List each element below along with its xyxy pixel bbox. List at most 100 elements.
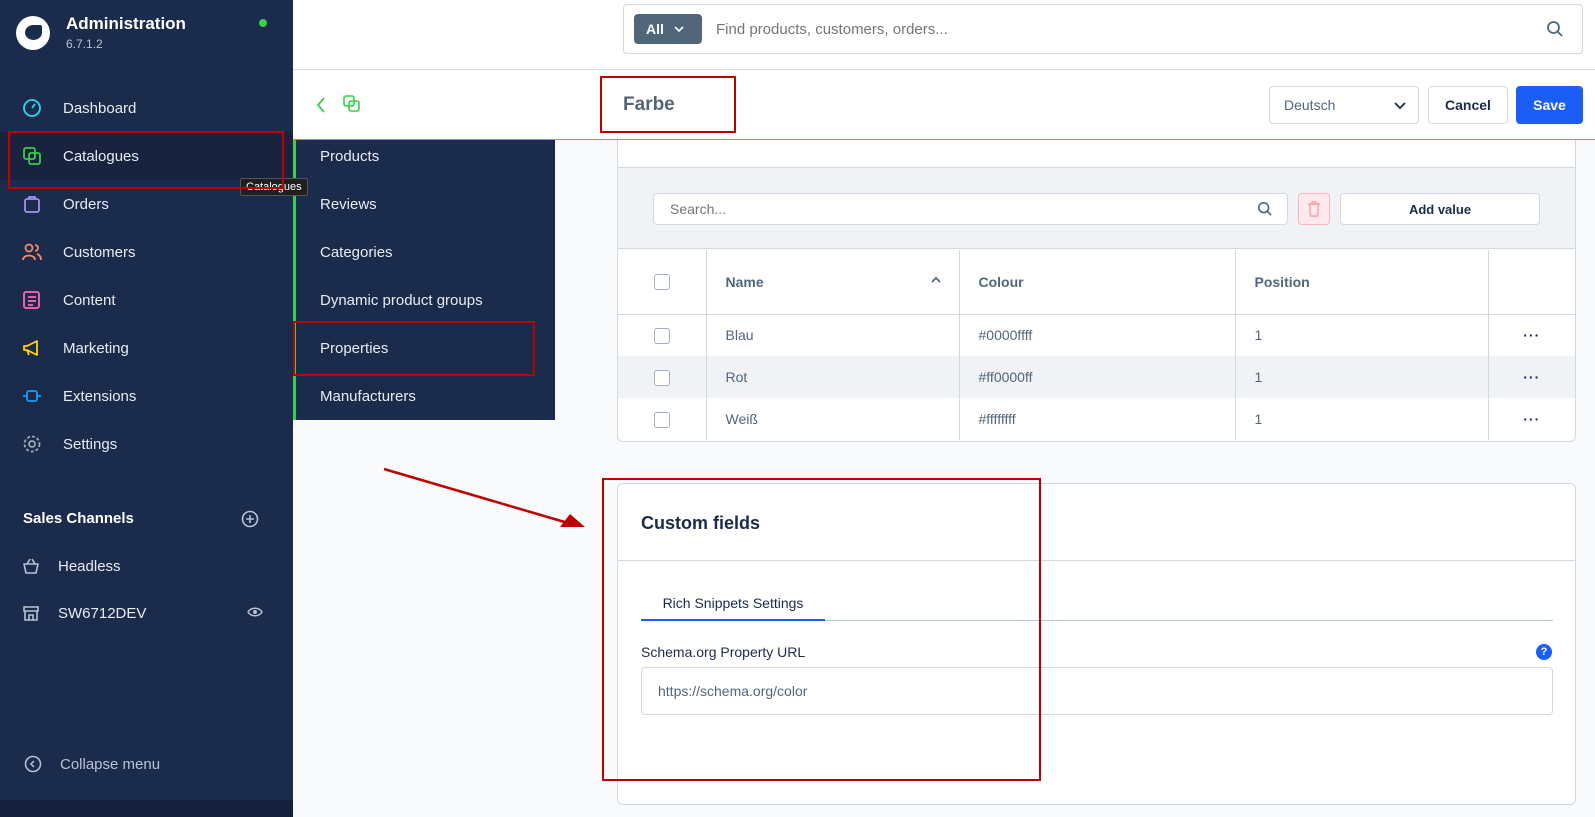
- column-header-colour[interactable]: Colour: [959, 250, 1236, 315]
- sidebar-item-marketing[interactable]: Marketing: [0, 324, 293, 372]
- cell-position: 1: [1235, 314, 1489, 356]
- flyout-item-properties[interactable]: Properties: [296, 324, 555, 372]
- row-checkbox[interactable]: [653, 369, 670, 386]
- sales-channel-label: SW6712DEV: [58, 604, 147, 622]
- sidebar-item-settings[interactable]: Settings: [0, 420, 293, 468]
- row-checkbox-cell: [618, 398, 707, 440]
- more-actions-icon[interactable]: ···: [1523, 411, 1540, 427]
- global-search: All: [623, 4, 1583, 54]
- gauge-icon: [22, 98, 42, 118]
- row-actions-cell: ···: [1488, 356, 1575, 398]
- page-title: Farbe: [623, 94, 675, 115]
- users-icon: [22, 242, 42, 262]
- table-row: Weiß #ffffffff 1 ···: [618, 398, 1575, 440]
- basket-icon: [23, 558, 39, 574]
- sidebar-item-label: Content: [63, 291, 116, 309]
- row-checkbox-cell: [618, 356, 707, 398]
- values-table: Name Colour Position Blau #0000ffff 1 ··…: [618, 250, 1575, 440]
- cancel-button[interactable]: Cancel: [1428, 86, 1508, 124]
- more-actions-icon[interactable]: ···: [1523, 369, 1540, 385]
- page-header: Farbe Deutsch Cancel Save: [293, 70, 1595, 140]
- cell-position: 1: [1235, 356, 1489, 398]
- cell-colour: #ff0000ff: [959, 356, 1236, 398]
- flyout-item-manufacturers[interactable]: Manufacturers: [296, 372, 555, 420]
- copy-icon: [22, 146, 42, 166]
- sidebar-item-catalogues[interactable]: Catalogues: [0, 132, 293, 180]
- top-bar: All: [293, 0, 1595, 70]
- cell-name[interactable]: Rot: [706, 356, 960, 398]
- row-checkbox[interactable]: [653, 327, 670, 344]
- flyout-item-reviews[interactable]: Reviews: [296, 180, 555, 228]
- sidebar-item-label: Customers: [63, 243, 136, 261]
- chevron-left-circle-icon: [24, 755, 42, 773]
- sidebar-item-label: Settings: [63, 435, 118, 453]
- values-search: [653, 193, 1288, 225]
- admin-sidebar: Administration 6.7.1.2 Dashboard Catalog…: [0, 0, 293, 817]
- search-input[interactable]: [716, 21, 1496, 38]
- column-header-position[interactable]: Position: [1235, 250, 1489, 315]
- column-label: Name: [725, 273, 764, 290]
- row-checkbox[interactable]: [653, 411, 670, 428]
- search-icon: [1257, 201, 1272, 216]
- schema-url-input[interactable]: [658, 683, 1518, 699]
- sidebar-item-dashboard[interactable]: Dashboard: [0, 84, 293, 132]
- sidebar-item-label: Dashboard: [63, 99, 137, 117]
- chevron-down-icon: [1394, 102, 1406, 110]
- gear-icon: [22, 434, 42, 454]
- trash-icon: [1308, 201, 1320, 217]
- shopware-logo-icon: [16, 15, 50, 50]
- sidebar-item-customers[interactable]: Customers: [0, 228, 293, 276]
- sidebar-item-content[interactable]: Content: [0, 276, 293, 324]
- column-header-actions: [1488, 250, 1575, 315]
- megaphone-icon: [22, 338, 42, 358]
- eye-icon[interactable]: [247, 606, 263, 618]
- delete-values-button[interactable]: [1298, 193, 1330, 225]
- plug-icon: [22, 386, 42, 406]
- table-row: Blau #0000ffff 1 ···: [618, 314, 1575, 356]
- sidebar-item-label: Catalogues: [63, 147, 139, 165]
- tab-rich-snippets-settings[interactable]: Rich Snippets Settings: [641, 587, 825, 621]
- custom-fields-title: Custom fields: [641, 513, 761, 533]
- save-button[interactable]: Save: [1516, 86, 1583, 124]
- property-values-card: Add value Name Colour Position Blau #000…: [617, 140, 1576, 442]
- collapse-menu-button[interactable]: Collapse menu: [24, 755, 160, 773]
- search-icon[interactable]: [1546, 20, 1564, 38]
- flyout-item-dynamic-product-groups[interactable]: Dynamic product groups: [296, 276, 555, 324]
- language-value: Deutsch: [1284, 97, 1336, 113]
- brand[interactable]: Administration 6.7.1.2: [16, 14, 186, 51]
- sales-channels-title: Sales Channels: [23, 510, 134, 527]
- custom-fields-card: Custom fields Rich Snippets Settings Sch…: [617, 483, 1576, 805]
- catalogues-tooltip: Catalogues: [240, 178, 308, 196]
- cell-name[interactable]: Blau: [706, 314, 960, 356]
- search-scope-button[interactable]: All: [634, 14, 702, 44]
- sales-channel-headless[interactable]: Headless: [22, 554, 121, 578]
- copy-icon: [343, 95, 360, 112]
- cell-colour: #0000ffff: [959, 314, 1236, 356]
- help-icon[interactable]: ?: [1536, 644, 1552, 660]
- cell-name[interactable]: Weiß: [706, 398, 960, 440]
- sales-channel-sw6712dev[interactable]: SW6712DEV: [22, 601, 146, 625]
- values-search-input[interactable]: [670, 201, 1230, 217]
- sidebar-item-label: Orders: [63, 195, 109, 213]
- chevron-left-icon[interactable]: [315, 96, 327, 114]
- more-actions-icon[interactable]: ···: [1523, 327, 1540, 343]
- main-navigation: Dashboard Catalogues Orders Customers Co…: [0, 84, 293, 468]
- values-toolbar: Add value: [618, 167, 1575, 249]
- row-actions-cell: ···: [1488, 398, 1575, 440]
- sidebar-item-label: Extensions: [63, 387, 137, 405]
- search-scope-label: All: [646, 21, 664, 37]
- select-all-checkbox-cell: [618, 250, 707, 315]
- sidebar-item-extensions[interactable]: Extensions: [0, 372, 293, 420]
- row-actions-cell: ···: [1488, 314, 1575, 356]
- cell-position: 1: [1235, 398, 1489, 440]
- schema-url-field: [641, 667, 1553, 715]
- annotation-arrow-icon: [383, 467, 585, 527]
- add-value-button[interactable]: Add value: [1340, 193, 1540, 225]
- sidebar-item-label: Marketing: [63, 339, 129, 357]
- select-all-checkbox[interactable]: [653, 274, 670, 291]
- column-header-name[interactable]: Name: [706, 250, 960, 315]
- language-select[interactable]: Deutsch: [1269, 86, 1419, 124]
- row-checkbox-cell: [618, 314, 707, 356]
- add-sales-channel-icon[interactable]: [241, 510, 259, 528]
- flyout-item-categories[interactable]: Categories: [296, 228, 555, 276]
